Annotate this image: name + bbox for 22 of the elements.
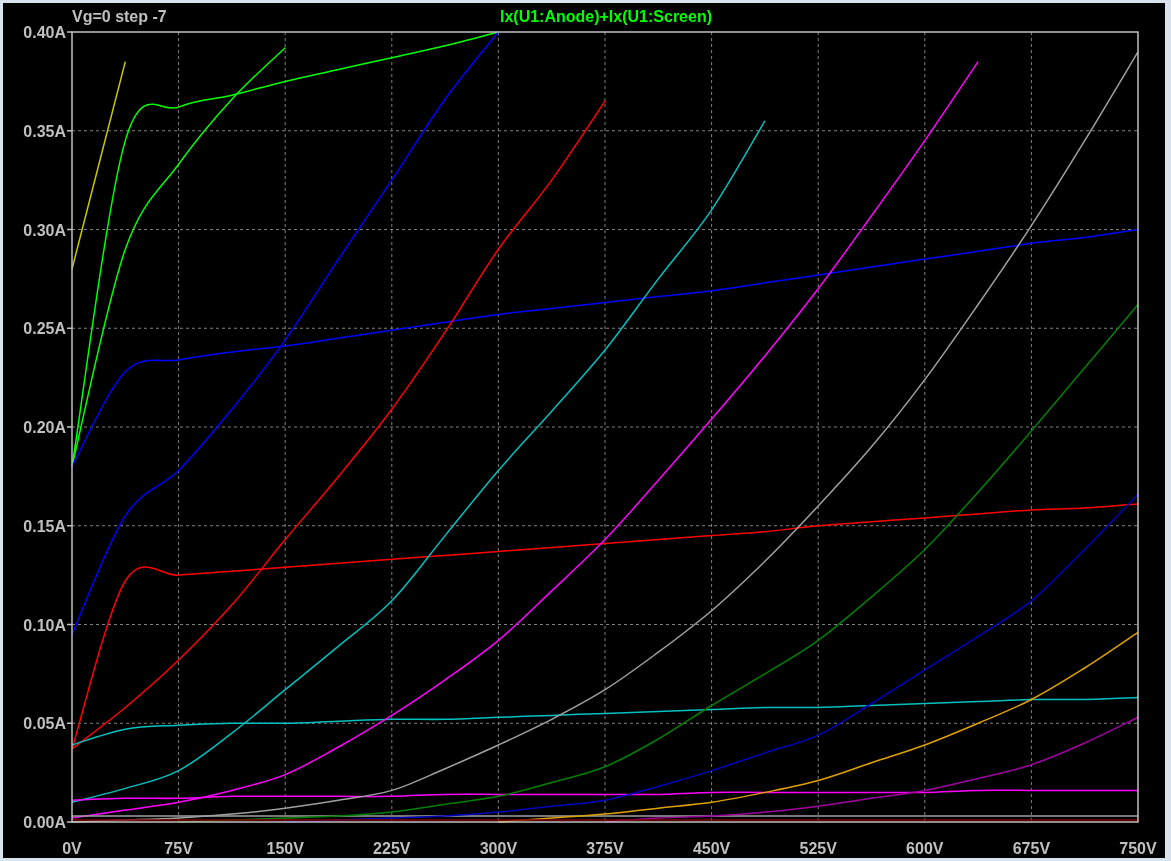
trace-title: Ix(U1:Anode)+Ix(U1:Screen) bbox=[500, 8, 712, 25]
y-tick-label: 0.35A bbox=[23, 122, 66, 140]
y-tick-label: 0.30A bbox=[23, 221, 66, 239]
x-tick-label: 750V bbox=[1119, 840, 1157, 857]
y-tick-label: 0.10A bbox=[23, 616, 66, 634]
x-tick-label: 450V bbox=[692, 840, 731, 857]
x-tick-label: 300V bbox=[479, 840, 518, 857]
y-tick-label: 0.25A bbox=[23, 320, 66, 338]
x-tick-label: 0V bbox=[62, 840, 82, 857]
y-tick-label: 0.40A bbox=[23, 24, 66, 41]
x-tick-label: 600V bbox=[906, 840, 944, 857]
x-tick-label: 225V bbox=[373, 840, 411, 857]
y-tick-label: 0.20A bbox=[23, 419, 66, 436]
y-tick-label: 0.00A bbox=[23, 814, 66, 831]
x-tick-label: 675V bbox=[1012, 840, 1051, 857]
x-tick-label: 525V bbox=[799, 840, 837, 857]
y-tick-label: 0.15A bbox=[23, 517, 66, 535]
x-tick-label: 150V bbox=[266, 840, 304, 857]
x-tick-label: 375V bbox=[586, 840, 624, 857]
step-label: Vg=0 step -7 bbox=[72, 8, 167, 25]
y-tick-label: 0.05A bbox=[23, 715, 66, 733]
x-tick-label: 75V bbox=[164, 840, 193, 857]
